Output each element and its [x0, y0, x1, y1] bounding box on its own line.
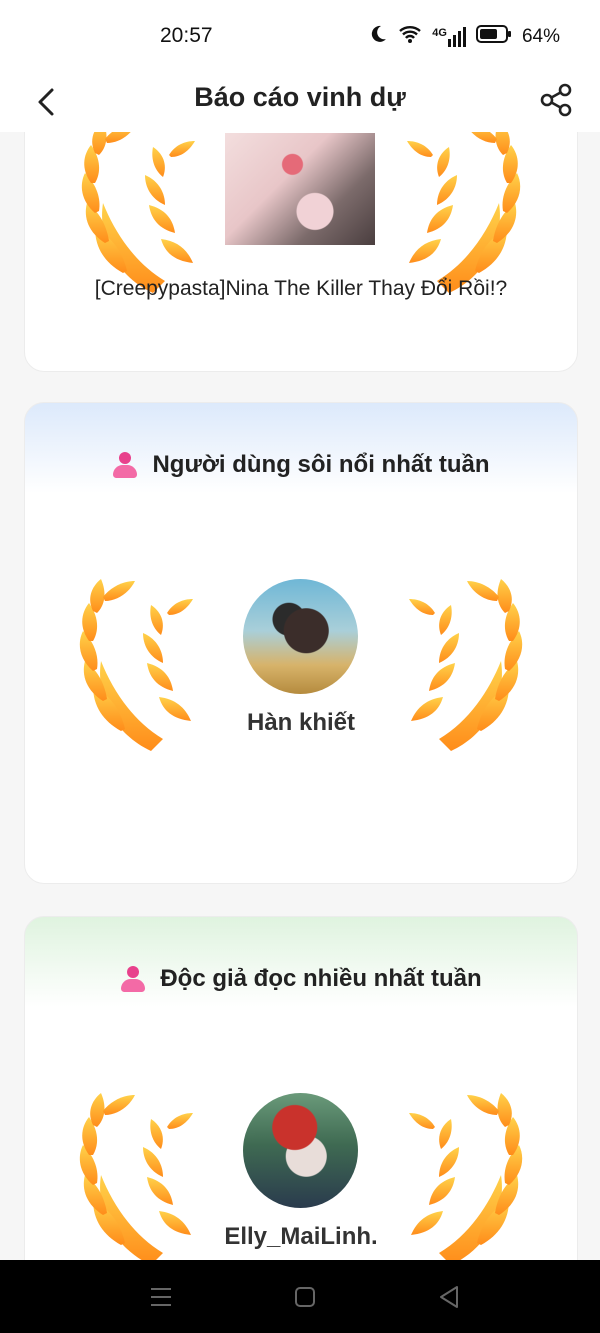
status-bar: 20:57 4G 64%	[0, 0, 600, 72]
cell-signal-icon: 4G	[432, 27, 466, 47]
system-back-button[interactable]	[434, 1282, 464, 1312]
user-icon	[112, 452, 138, 478]
network-type: 4G	[432, 27, 447, 39]
page-title: Báo cáo vinh dự	[194, 82, 406, 112]
share-button[interactable]	[536, 80, 576, 120]
top-reader-award-card: Độc giả đọc nhiều nhất tuần Elly_MaiLinh…	[24, 916, 578, 1260]
card-title: Độc giả đọc nhiều nhất tuần	[25, 965, 577, 993]
status-icons: 4G 64%	[368, 24, 560, 50]
user-icon	[120, 966, 146, 992]
battery-percent: 64%	[521, 26, 560, 47]
avatar[interactable]	[243, 579, 358, 694]
card-title-text: Độc giả đọc nhiều nhất tuần	[160, 965, 482, 992]
story-title[interactable]: [Creepypasta]Nina The Killer Thay Đổi Rồ…	[25, 277, 577, 301]
user-name[interactable]: Elly_MaiLinh.	[25, 1223, 577, 1251]
avatar[interactable]	[243, 1093, 358, 1208]
share-icon	[540, 83, 572, 117]
moon-icon	[368, 24, 388, 50]
status-time: 20:57	[160, 24, 213, 47]
card-title-text: Người dùng sôi nổi nhất tuần	[152, 451, 490, 478]
story-award-card: [Creepypasta]Nina The Killer Thay Đổi Rồ…	[24, 132, 578, 372]
active-user-award-card: Người dùng sôi nổi nhất tuần Hàn khiết	[24, 402, 578, 884]
triangle-back-icon	[440, 1286, 458, 1308]
app-header: Báo cáo vinh dự	[0, 72, 600, 132]
square-icon	[295, 1287, 315, 1307]
story-cover-image[interactable]	[225, 133, 375, 245]
menu-button[interactable]	[146, 1282, 176, 1312]
home-button[interactable]	[290, 1282, 320, 1312]
battery-icon	[475, 24, 512, 50]
menu-icon	[151, 1288, 171, 1306]
system-navigation-bar	[0, 1260, 600, 1333]
wifi-icon	[398, 24, 422, 50]
card-title: Người dùng sôi nổi nhất tuần	[25, 451, 577, 479]
honor-report-list[interactable]: [Creepypasta]Nina The Killer Thay Đổi Rồ…	[0, 132, 600, 1260]
user-name[interactable]: Hàn khiết	[25, 709, 577, 737]
